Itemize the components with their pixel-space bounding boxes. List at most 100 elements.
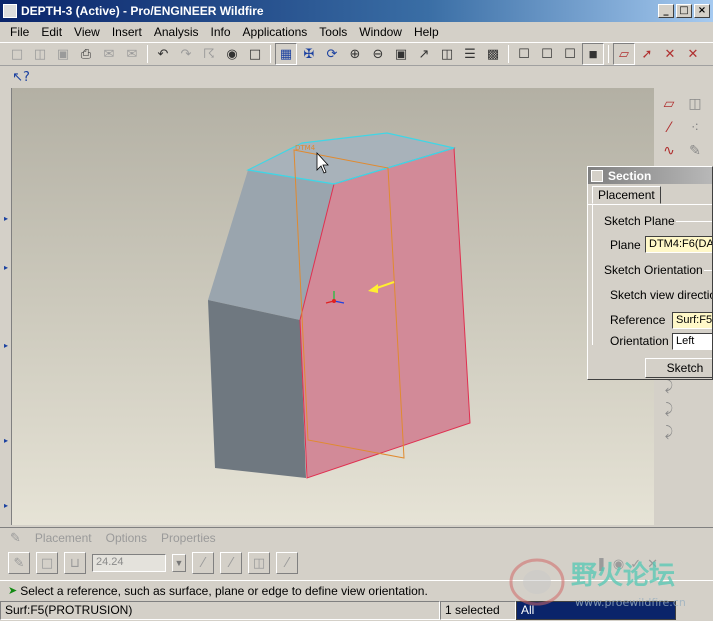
- plane-label: Plane: [610, 238, 641, 252]
- preview-icon[interactable]: ◉: [613, 556, 624, 572]
- chamfer-tool-icon[interactable]: ⤸: [658, 401, 680, 421]
- left-sash[interactable]: ▸ ▸ ▸ ▸ ▸: [0, 88, 12, 525]
- open-file-icon[interactable]: ◫: [29, 43, 51, 65]
- toolbar-separator: [270, 45, 271, 63]
- menu-insert[interactable]: Insert: [106, 25, 148, 39]
- sash-marker: ▸: [4, 214, 9, 223]
- message-text: Select a reference, such as surface, pla…: [20, 583, 428, 598]
- remove-material-icon[interactable]: ⁄: [220, 552, 242, 574]
- chevron-down-icon[interactable]: ▼: [172, 554, 186, 572]
- orientation-select[interactable]: Left: [672, 333, 712, 350]
- flip-direction-icon[interactable]: ⁄: [192, 552, 214, 574]
- print-icon[interactable]: ⎙: [75, 43, 97, 65]
- datum-plane-tool-icon[interactable]: ▱: [658, 96, 680, 116]
- depth-option-icon[interactable]: ⊔: [64, 552, 86, 574]
- model-lower-left-face[interactable]: [208, 300, 306, 478]
- orientation-label: Orientation: [610, 334, 669, 348]
- model-view: DTM4: [208, 132, 471, 479]
- status-bar: Surf:F5(PROTRUSION) 1 selected All: [0, 600, 713, 621]
- undo-icon[interactable]: ↶: [152, 43, 174, 65]
- coordinate-systems-icon[interactable]: ✕: [682, 43, 704, 65]
- save-icon[interactable]: ▣: [52, 43, 74, 65]
- toolbar-separator: [147, 45, 148, 63]
- dashboard-icon: ✎: [10, 530, 21, 545]
- secondary-toolbar: ↖?: [0, 66, 713, 88]
- datum-planes-icon[interactable]: ▱: [613, 43, 635, 65]
- close-button[interactable]: ×: [694, 4, 710, 18]
- minimize-button[interactable]: _: [658, 4, 674, 18]
- graphics-window[interactable]: DTM4: [12, 88, 654, 525]
- refit-icon[interactable]: ▣: [390, 43, 412, 65]
- menu-view[interactable]: View: [68, 25, 106, 39]
- layers-icon[interactable]: ☰: [459, 43, 481, 65]
- toolbar-separator: [508, 45, 509, 63]
- plane-field[interactable]: DTM4:F6(DA: [645, 236, 712, 253]
- hidden-line-icon[interactable]: ☐: [536, 43, 558, 65]
- datum-points-icon[interactable]: ✕: [659, 43, 681, 65]
- cancel-icon[interactable]: ✕: [647, 556, 658, 572]
- pause-icon[interactable]: ❚: [596, 556, 607, 572]
- sash-marker: ▸: [4, 341, 9, 350]
- view-manager-icon[interactable]: ▩: [482, 43, 504, 65]
- group-divider: [676, 221, 712, 222]
- depth-value-field[interactable]: 24.24: [92, 554, 166, 572]
- reference-field[interactable]: Surf:F5: [672, 312, 712, 329]
- sash-marker: ▸: [4, 501, 9, 510]
- dashboard-tab-options[interactable]: Options: [106, 531, 147, 545]
- sketch-tool-icon[interactable]: ✎: [684, 143, 706, 163]
- menu-tools[interactable]: Tools: [313, 25, 353, 39]
- regenerate-icon[interactable]: ☈: [198, 43, 220, 65]
- flip-thicken-icon[interactable]: ⁄: [276, 552, 298, 574]
- apply-icon[interactable]: ✓: [630, 556, 641, 572]
- shading-icon[interactable]: ◾: [582, 43, 604, 65]
- menu-analysis[interactable]: Analysis: [148, 25, 205, 39]
- email-icon[interactable]: ✉: [98, 43, 120, 65]
- reorient-icon[interactable]: ↗: [413, 43, 435, 65]
- toolbar-separator: [608, 45, 609, 63]
- sketch-button[interactable]: Sketch: [645, 358, 712, 378]
- datum-point-tool-icon[interactable]: ⁖: [684, 120, 706, 140]
- message-area: ➤ Select a reference, such as surface, p…: [0, 580, 713, 600]
- zoom-in-icon[interactable]: ⊕: [344, 43, 366, 65]
- sketch-curve-tool-icon[interactable]: ∿: [658, 143, 680, 163]
- menu-window[interactable]: Window: [353, 25, 408, 39]
- extrude-surface-icon[interactable]: □: [36, 552, 58, 574]
- menu-help[interactable]: Help: [408, 25, 445, 39]
- selection-filter[interactable]: All: [516, 601, 676, 620]
- repaint-icon[interactable]: ▦: [275, 43, 297, 65]
- find-icon[interactable]: ◉: [221, 43, 243, 65]
- no-hidden-icon[interactable]: ☐: [559, 43, 581, 65]
- new-file-icon[interactable]: □: [6, 43, 28, 65]
- app-icon: [3, 4, 17, 18]
- orient-mode-icon[interactable]: ⟳: [321, 43, 343, 65]
- menu-edit[interactable]: Edit: [35, 25, 68, 39]
- datum-axis-tool-icon[interactable]: ⁄: [658, 120, 680, 140]
- menu-file[interactable]: File: [4, 25, 35, 39]
- dashboard-tab-properties[interactable]: Properties: [161, 531, 216, 545]
- main-toolbar: □ ◫ ▣ ⎙ ✉ ✉ ↶ ↷ ☈ ◉ □ ▦ ✠ ⟳ ⊕ ⊖ ▣ ↗ ◫ ☰ …: [0, 42, 713, 66]
- maximize-button[interactable]: □: [676, 4, 692, 18]
- email-link-icon[interactable]: ✉: [121, 43, 143, 65]
- datum-axes-icon[interactable]: ➚: [636, 43, 658, 65]
- menu-applications[interactable]: Applications: [237, 25, 314, 39]
- dialog-icon: [591, 169, 603, 182]
- dashboard-tab-placement[interactable]: Placement: [35, 531, 92, 545]
- tab-placement[interactable]: Placement: [592, 186, 661, 204]
- redo-icon[interactable]: ↷: [175, 43, 197, 65]
- context-help-icon[interactable]: ↖?: [10, 66, 32, 88]
- draft-tool-icon[interactable]: ⤸: [658, 424, 680, 444]
- spin-center-icon[interactable]: ✠: [298, 43, 320, 65]
- selected-count: 1 selected: [440, 601, 516, 620]
- saved-views-icon[interactable]: ◫: [436, 43, 458, 65]
- wireframe-icon[interactable]: ☐: [513, 43, 535, 65]
- menu-info[interactable]: Info: [205, 25, 237, 39]
- select-box-icon[interactable]: □: [244, 43, 266, 65]
- section-dialog-title[interactable]: Section: [588, 167, 712, 184]
- extrude-solid-icon[interactable]: ✎: [8, 552, 30, 574]
- zoom-out-icon[interactable]: ⊖: [367, 43, 389, 65]
- thicken-icon[interactable]: ◫: [248, 552, 270, 574]
- round-tool-icon[interactable]: ⤸: [658, 378, 680, 398]
- offset-tool-icon[interactable]: ◫: [684, 96, 706, 116]
- message-arrow-icon: ➤: [8, 585, 18, 597]
- datum-plane-tag: DTM4: [295, 144, 316, 152]
